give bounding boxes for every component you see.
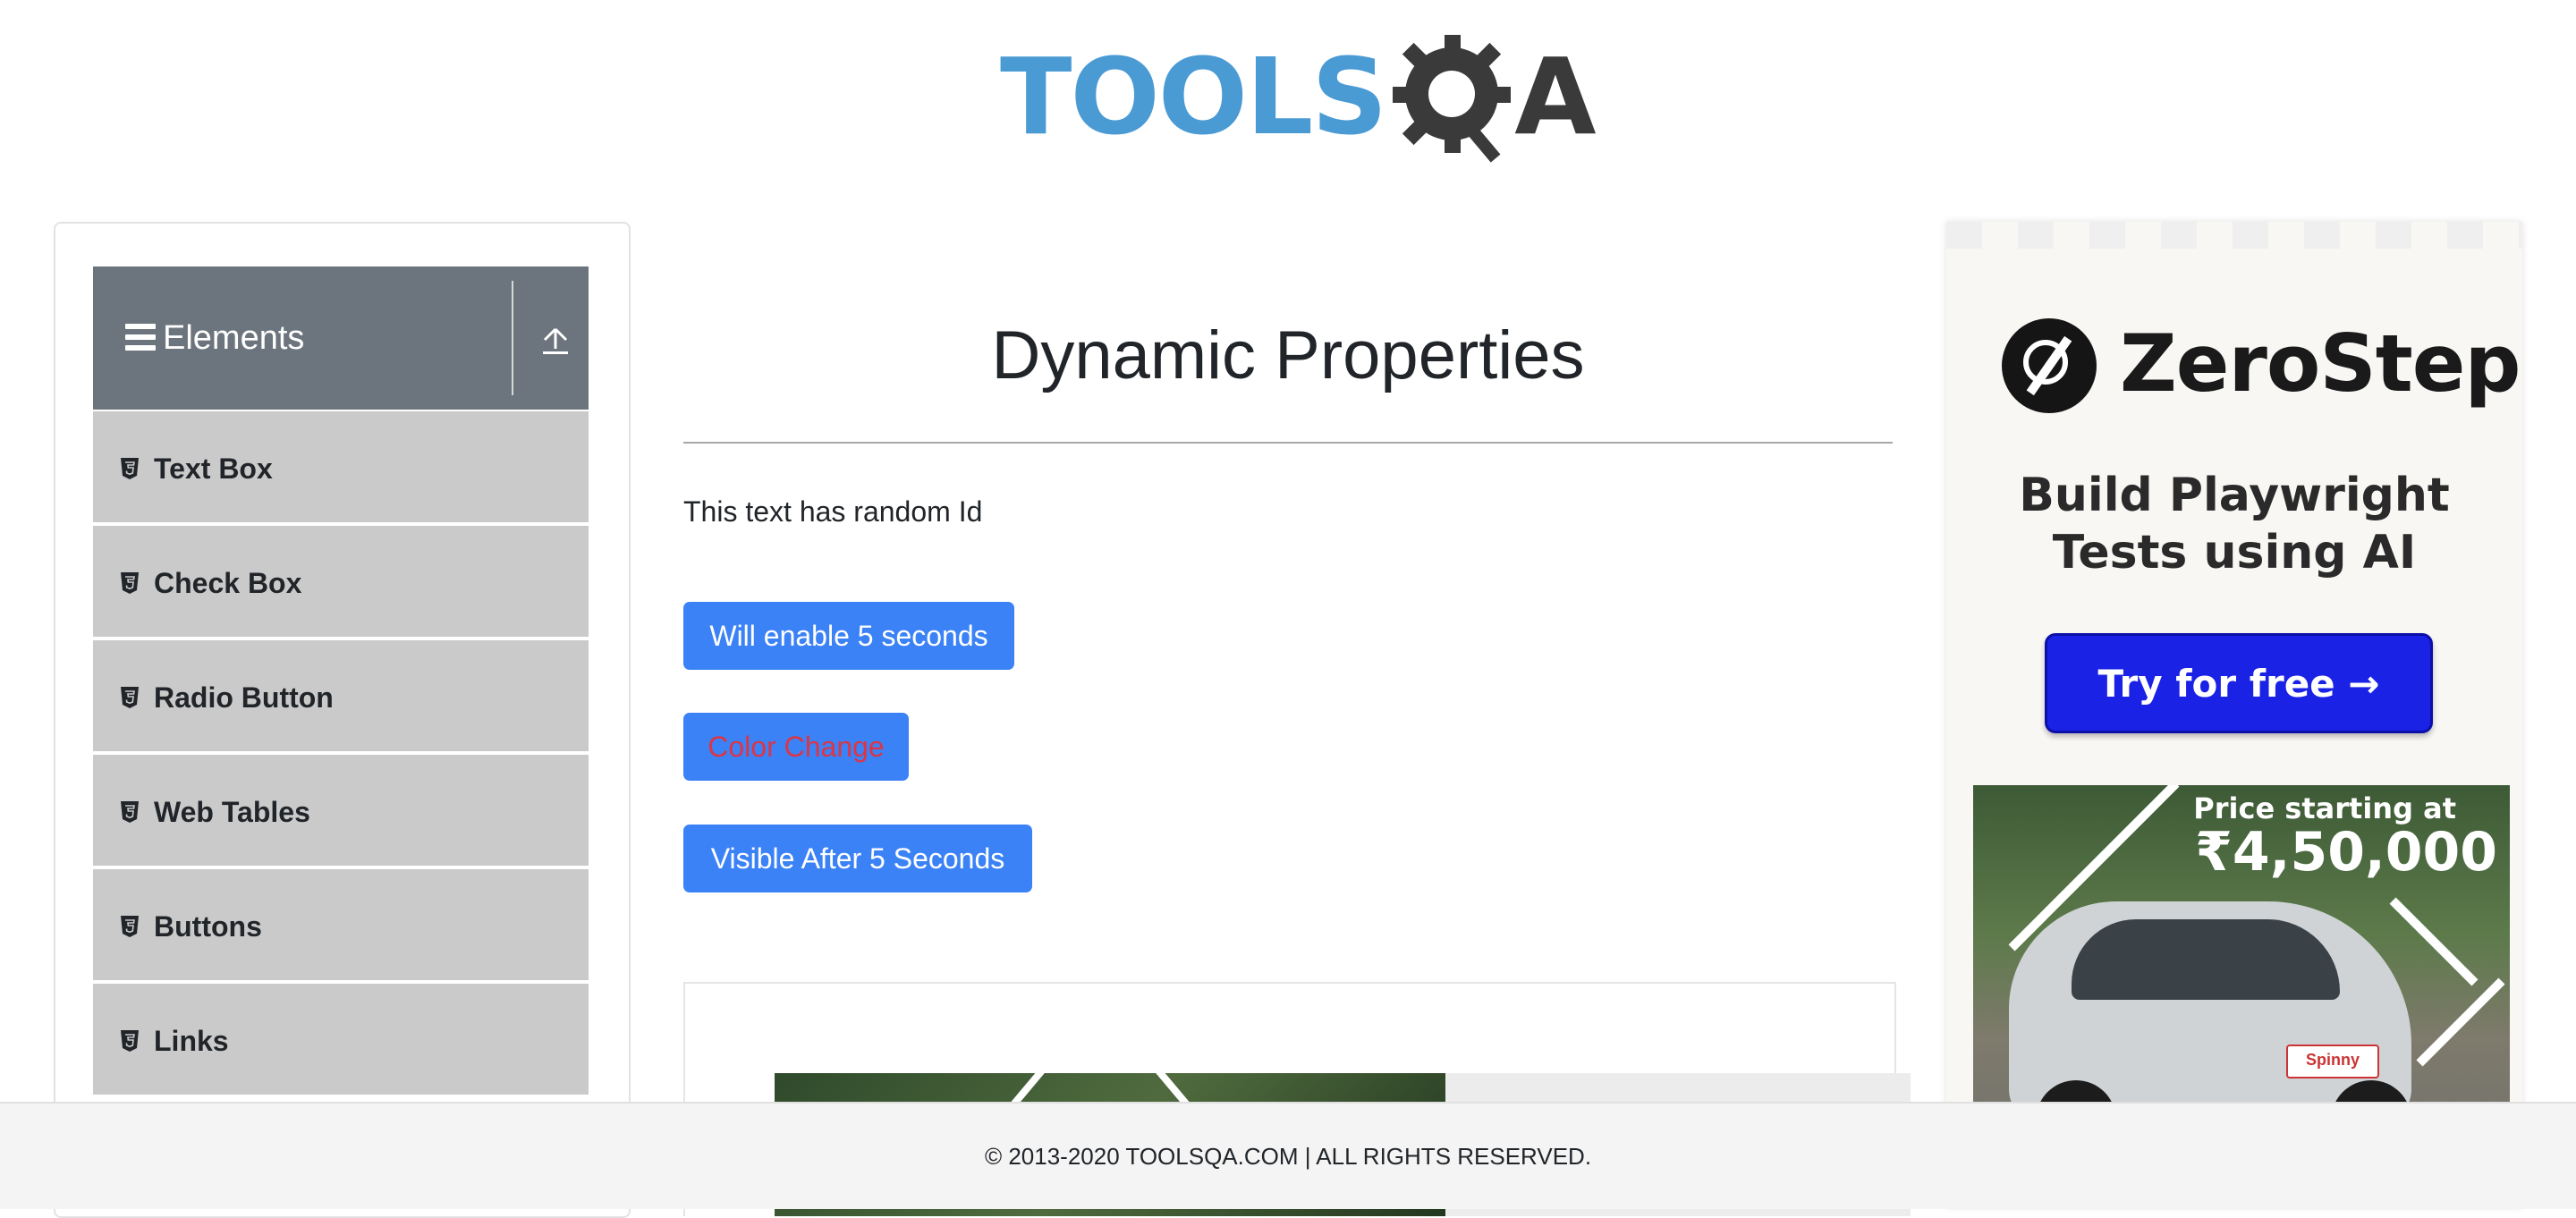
car-price: ₹4,50,000: [2195, 821, 2497, 884]
page-title: Dynamic Properties: [991, 317, 1585, 393]
hamburger-icon: [125, 324, 156, 351]
sidebar-item-label: Links: [154, 1025, 229, 1057]
car-plate: Spinny: [2286, 1045, 2379, 1078]
header-divider: [512, 281, 513, 395]
elements-menu: Text Box Check Box Radio Button Web Tabl…: [93, 411, 589, 1098]
sidebar-item-text-box[interactable]: Text Box: [93, 411, 589, 526]
sidebar-item-label: Buttons: [154, 910, 262, 943]
logo-text: TOOLS: [1000, 35, 1387, 158]
title-divider: [683, 442, 1893, 444]
ad-tagline-line2: Tests using AI: [2052, 526, 2417, 579]
sidebar-item-label: Radio Button: [154, 681, 334, 714]
sidebar-item-label: Web Tables: [154, 796, 310, 828]
color-change-button[interactable]: Color Change: [683, 713, 909, 781]
car-windshield: [2072, 919, 2340, 1000]
right-ad[interactable]: ZeroStep Build Playwright Tests using AI…: [1946, 222, 2522, 1207]
toolsqa-logo[interactable]: TOOLS A: [1000, 25, 1597, 168]
try-for-free-button[interactable]: Try for free →: [2045, 633, 2433, 733]
gear-magnifier-icon: [1389, 30, 1523, 164]
sidebar: Elements Text Box Check Box Radio Button…: [54, 222, 631, 1218]
sidebar-item-label: Text Box: [154, 453, 273, 485]
sidebar-item-buttons[interactable]: Buttons: [93, 869, 589, 984]
enable-after-button[interactable]: Will enable 5 seconds: [683, 602, 1014, 670]
elements-group-header[interactable]: Elements: [93, 266, 589, 410]
visible-after-button[interactable]: Visible After 5 Seconds: [683, 825, 1032, 892]
logo-suffix: A: [1514, 35, 1597, 158]
html5-icon: [120, 687, 140, 708]
sidebar-item-web-tables[interactable]: Web Tables: [93, 755, 589, 869]
zerostep-logo-icon: [2002, 318, 2097, 413]
html5-icon: [120, 801, 140, 823]
sidebar-item-radio-button[interactable]: Radio Button: [93, 640, 589, 755]
html5-icon: [120, 458, 140, 479]
ad-brand: ZeroStep: [2120, 317, 2521, 410]
ad-pattern: [1946, 222, 2522, 249]
sidebar-item-links[interactable]: Links: [93, 984, 589, 1098]
html5-icon: [120, 916, 140, 937]
footer-text: © 2013-2020 TOOLSQA.COM | ALL RIGHTS RES…: [984, 1143, 1592, 1170]
footer: © 2013-2020 TOOLSQA.COM | ALL RIGHTS RES…: [0, 1102, 2576, 1209]
html5-icon: [120, 572, 140, 594]
sidebar-item-label: Check Box: [154, 567, 302, 599]
ad-tagline-line1: Build Playwright: [2019, 469, 2450, 522]
group-title: Elements: [163, 319, 305, 357]
random-id-text: This text has random Id: [683, 495, 983, 528]
collapse-arrow-icon[interactable]: [540, 324, 571, 356]
sidebar-item-check-box[interactable]: Check Box: [93, 526, 589, 640]
ad-tagline: Build Playwright Tests using AI: [1946, 467, 2522, 581]
html5-icon: [120, 1030, 140, 1052]
